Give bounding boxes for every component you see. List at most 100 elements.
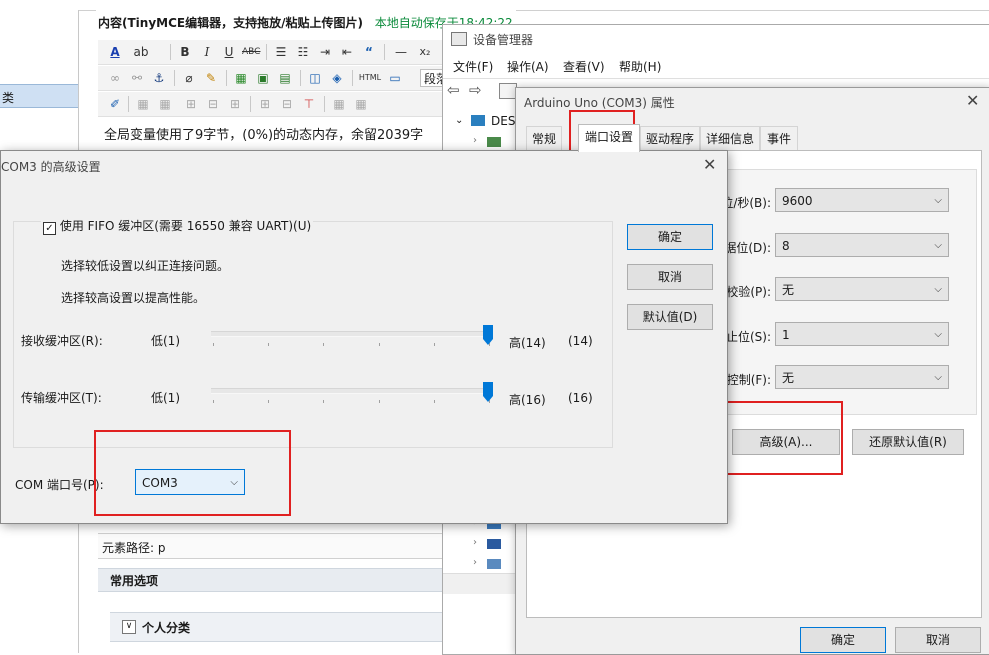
ok-button[interactable]: 确定: [800, 627, 886, 653]
underline-icon[interactable]: U: [220, 43, 238, 61]
html-source-icon[interactable]: HTML: [358, 69, 382, 87]
device-manager-icon: [451, 32, 467, 46]
merge-cells-icon[interactable]: ▦: [330, 95, 348, 113]
unlink-icon[interactable]: ⚯: [128, 69, 146, 87]
receive-slider-tick: [268, 343, 269, 346]
transmit-buffer-slider[interactable]: [211, 382, 493, 406]
bold-icon[interactable]: B: [176, 43, 194, 61]
receive-slider-tick: [323, 343, 324, 346]
outdent-icon[interactable]: ⇤: [338, 43, 356, 61]
highlight-box-advanced: [719, 401, 843, 475]
toolbar-separator: [170, 44, 171, 60]
tree-expand-icon[interactable]: ›: [473, 537, 477, 548]
restore-defaults-button[interactable]: 还原默认值(R): [852, 429, 964, 455]
transmit-slider-thumb[interactable]: [483, 382, 493, 402]
col-delete-icon[interactable]: ⊟: [278, 95, 296, 113]
com-port-label: COM 端口号(P):: [15, 478, 104, 492]
fullscreen-icon[interactable]: ▭: [386, 69, 404, 87]
receive-slider-thumb[interactable]: [483, 325, 493, 345]
row-delete-icon[interactable]: ⊟: [204, 95, 222, 113]
tab-driver[interactable]: 驱动程序: [640, 126, 700, 151]
stop-bits-select[interactable]: 1 ⌵: [775, 322, 949, 346]
close-icon[interactable]: ✕: [703, 155, 716, 174]
tab-events[interactable]: 事件: [760, 126, 798, 151]
editor-toolbar-row1: A ab B I U ABC ☰ ☷ ⇥ ⇤ “ — x₂: [98, 40, 442, 65]
numbered-list-icon[interactable]: ☷: [294, 43, 312, 61]
baud-rate-label: 位/秒(B):: [721, 196, 771, 210]
close-icon[interactable]: ✕: [966, 91, 979, 110]
strikethrough-icon[interactable]: ABC: [242, 43, 260, 61]
table-props-icon[interactable]: ▦: [156, 95, 174, 113]
advanced-cancel-button[interactable]: 取消: [627, 264, 713, 290]
highlight-icon[interactable]: ab: [132, 43, 150, 61]
stop-bits-value: 1: [782, 328, 790, 342]
back-icon[interactable]: ⇦: [447, 81, 460, 99]
font-color-icon[interactable]: A: [106, 43, 124, 61]
menu-help[interactable]: 帮助(H): [619, 58, 661, 75]
computer-icon: [471, 115, 485, 126]
transmit-slider-track: [211, 388, 493, 394]
menu-view[interactable]: 查看(V): [563, 58, 605, 75]
chevron-down-icon: ⌵: [934, 329, 942, 340]
receive-slider-tick: [434, 343, 435, 346]
link-icon[interactable]: ∞: [106, 69, 124, 87]
data-bits-select[interactable]: 8 ⌵: [775, 233, 949, 257]
horizontal-rule-icon[interactable]: —: [392, 43, 410, 61]
cleanup-icon[interactable]: ✎: [202, 69, 220, 87]
table-icon[interactable]: ▦: [134, 95, 152, 113]
editor-toolbar-row3: ✐ ▦ ▦ ⊞ ⊟ ⊞ ⊞ ⊟ ⊤ ▦ ▦: [98, 92, 442, 117]
row-insert-icon[interactable]: ⊞: [182, 95, 200, 113]
fifo-checkbox-row[interactable]: ✓ 使用 FIFO 缓冲区(需要 16550 兼容 UART)(U): [41, 217, 314, 235]
element-path-bar: 元素路径: p: [98, 533, 442, 559]
receive-slider-tick: [379, 343, 380, 346]
subscript-icon[interactable]: x₂: [416, 43, 434, 61]
tree-expand-icon[interactable]: ›: [473, 135, 477, 146]
flow-control-select[interactable]: 无 ⌵: [775, 365, 949, 389]
tab-details[interactable]: 详细信息: [700, 126, 760, 151]
chevron-down-icon[interactable]: ∨: [122, 620, 136, 634]
anchor-icon[interactable]: ⚓: [150, 69, 168, 87]
receive-buffer-slider[interactable]: [211, 325, 493, 349]
media-icon[interactable]: ▤: [276, 69, 294, 87]
italic-icon[interactable]: I: [198, 43, 216, 61]
image-icon[interactable]: ▣: [254, 69, 272, 87]
edit-icon[interactable]: ✐: [106, 95, 124, 113]
toolbar-separator: [324, 96, 325, 112]
emoticon-icon[interactable]: ▦: [232, 69, 250, 87]
transmit-buffer-value: (16): [568, 391, 593, 405]
menu-action[interactable]: 操作(A): [507, 58, 549, 75]
device-icon: [487, 137, 501, 147]
fifo-checkbox[interactable]: ✓: [43, 222, 56, 235]
cancel-button[interactable]: 取消: [895, 627, 981, 653]
receive-buffer-label: 接收缓冲区(R):: [21, 334, 103, 348]
clear-format-icon[interactable]: ⌀: [180, 69, 198, 87]
tab-port-settings[interactable]: 端口设置: [578, 124, 640, 152]
indent-icon[interactable]: ⇥: [316, 43, 334, 61]
advanced-default-button[interactable]: 默认值(D): [627, 304, 713, 330]
tree-collapse-icon[interactable]: ⌄: [455, 115, 463, 126]
tree-expand-icon[interactable]: ›: [473, 557, 477, 568]
row-props-icon[interactable]: ⊞: [226, 95, 244, 113]
device-manager-scrollbar[interactable]: [443, 573, 517, 594]
receive-buffer-high: 高(14): [509, 336, 546, 350]
advanced-ok-button[interactable]: 确定: [627, 224, 713, 250]
preview-icon[interactable]: ◈: [328, 69, 346, 87]
split-cells-icon[interactable]: ▦: [352, 95, 370, 113]
toolbar-separator: [174, 70, 175, 86]
parity-select[interactable]: 无 ⌵: [775, 277, 949, 301]
transmit-slider-tick: [268, 400, 269, 403]
code-icon[interactable]: ◫: [306, 69, 324, 87]
device-manager-title: 设备管理器: [473, 33, 534, 47]
blockquote-icon[interactable]: “: [360, 43, 378, 61]
tab-general[interactable]: 常规: [526, 126, 562, 151]
content-header-title: 内容(TinyMCE编辑器，支持拖放/粘贴上传图片): [98, 16, 363, 30]
forward-icon[interactable]: ⇨: [469, 81, 482, 99]
bullet-list-icon[interactable]: ☰: [272, 43, 290, 61]
baud-rate-select[interactable]: 9600 ⌵: [775, 188, 949, 212]
personal-category-title: 个人分类: [142, 621, 191, 635]
nav-item-selected[interactable]: 类: [0, 84, 78, 108]
col-props-icon[interactable]: ⊤: [300, 95, 318, 113]
col-insert-icon[interactable]: ⊞: [256, 95, 274, 113]
menu-file[interactable]: 文件(F): [453, 58, 493, 75]
transmit-buffer-label: 传输缓冲区(T):: [21, 391, 102, 405]
